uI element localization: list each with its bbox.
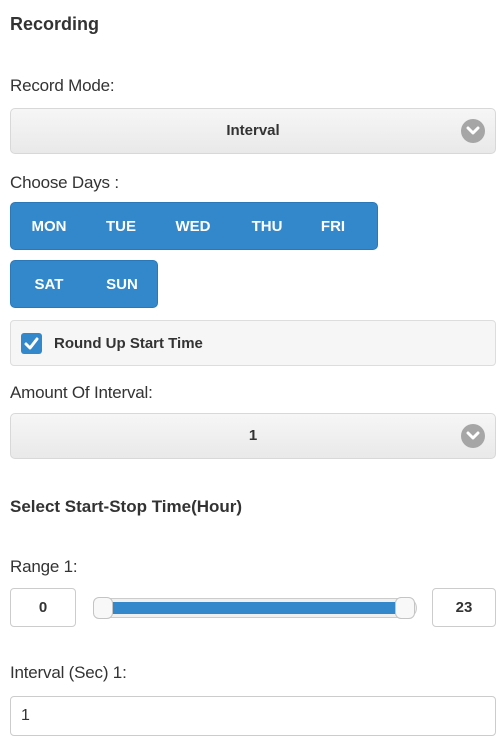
range-1-slider[interactable] xyxy=(93,597,417,619)
range-1-label: Range 1: xyxy=(10,557,78,576)
section-title: Recording xyxy=(10,14,100,34)
range-1-start-input[interactable]: 0 xyxy=(10,588,76,627)
choose-days-label: Choose Days : xyxy=(10,173,119,192)
start-stop-heading: Select Start-Stop Time(Hour) xyxy=(10,497,243,516)
range-1-end-handle[interactable] xyxy=(395,597,415,619)
round-up-label: Round Up Start Time xyxy=(54,335,203,352)
day-button-sat[interactable]: SAT xyxy=(11,261,87,307)
interval-amount-value: 1 xyxy=(248,427,258,444)
day-button-tue[interactable]: TUE xyxy=(87,203,155,249)
record-mode-select[interactable]: Interval xyxy=(10,108,496,154)
interval-sec-input[interactable]: 1 xyxy=(10,696,496,736)
record-mode-value: Interval xyxy=(226,122,280,139)
days-row-weekend: SAT SUN xyxy=(10,260,158,308)
range-1-end-input[interactable]: 23 xyxy=(432,588,496,627)
day-button-wed[interactable]: WED xyxy=(155,203,231,249)
range-1-start-handle[interactable] xyxy=(93,597,113,619)
range-1-slider-fill xyxy=(104,602,406,614)
days-row-weekdays: MON TUE WED THU FRI xyxy=(10,202,378,250)
interval-sec-label: Interval (Sec) 1: xyxy=(10,663,127,682)
day-button-mon[interactable]: MON xyxy=(11,203,87,249)
interval-amount-label: Amount Of Interval: xyxy=(10,383,153,402)
check-icon xyxy=(24,337,39,350)
day-button-sun[interactable]: SUN xyxy=(87,261,157,307)
record-mode-label: Record Mode: xyxy=(10,76,115,95)
round-up-checkbox[interactable] xyxy=(21,333,42,354)
day-button-fri[interactable]: FRI xyxy=(303,203,363,249)
chevron-down-icon xyxy=(461,119,485,143)
round-up-checkbox-row[interactable]: Round Up Start Time xyxy=(10,320,496,366)
chevron-down-icon xyxy=(461,424,485,448)
interval-amount-select[interactable]: 1 xyxy=(10,413,496,459)
day-button-thu[interactable]: THU xyxy=(231,203,303,249)
